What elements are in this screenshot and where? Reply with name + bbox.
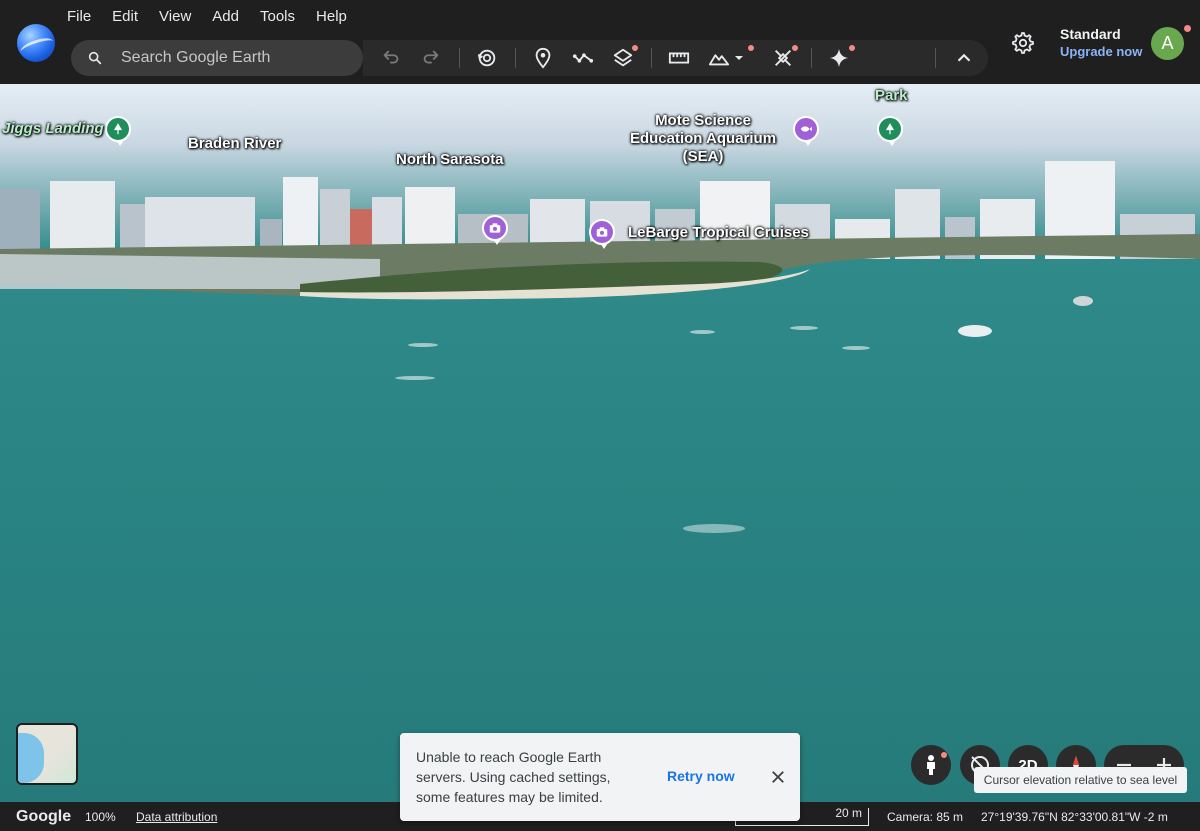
notification-dot [1184,25,1191,32]
offline-notification: Unable to reach Google Earth servers. Us… [400,733,800,821]
measure-button[interactable] [667,46,691,70]
photo-spot-pin[interactable] [482,215,508,245]
toolbar-divider [935,48,936,68]
elevation-tooltip: Cursor elevation relative to sea level [974,767,1187,793]
render-zoom-level: 100% [85,810,116,824]
toolbar-divider [459,48,460,68]
menu-edit[interactable]: Edit [112,8,149,25]
wave [790,326,818,330]
ruler-icon [668,52,690,64]
pegman-icon [927,755,935,775]
menu-tools[interactable]: Tools [260,8,306,25]
park-pin[interactable] [877,116,903,146]
history-icon [477,49,496,67]
history-button[interactable] [475,46,499,70]
settings-gear-icon[interactable] [1011,31,1035,55]
overview-minimap[interactable] [16,723,78,785]
elevation-profile-button[interactable] [707,46,731,70]
gemini-button[interactable] [827,46,851,70]
tree-icon [113,123,123,135]
avatar[interactable]: A [1151,27,1184,60]
search-icon [88,51,102,65]
fish-icon [800,126,812,132]
menu-file[interactable]: File [67,8,102,25]
path-icon [572,53,594,63]
toolbar [363,40,988,76]
redo-button[interactable] [419,46,443,70]
account-plan: Standard Upgrade now [1060,26,1142,59]
search-box [71,40,363,76]
search-input[interactable] [121,40,351,76]
place-label[interactable]: Park [875,87,908,105]
google-earth-app: File Edit View Add Tools Help Search Goo… [0,0,1200,831]
add-placemark-button[interactable] [531,46,555,70]
camera-altitude: Camera: 85 m [887,810,964,824]
toolbar-divider [811,48,812,68]
street-view-button[interactable] [911,745,951,785]
place-label[interactable]: North Sarasota [396,151,504,169]
place-label[interactable]: Mote Science Education Aquarium (SEA) [619,112,787,166]
notification-dot [792,45,798,51]
google-logo: Google [16,808,72,825]
placemark-icon [535,47,551,69]
notification-dot [941,752,947,758]
wave [683,524,745,533]
top-bar: File Edit View Add Tools Help Search Goo… [0,0,1200,84]
wave [690,330,715,334]
place-label[interactable]: LeBarge Tropical Cruises [628,224,809,242]
wave [842,346,870,350]
retry-now-button[interactable]: Retry now [667,768,735,784]
plan-name: Standard [1060,26,1121,42]
notification-dot [849,45,855,51]
menu-add[interactable]: Add [212,8,250,25]
place-label[interactable]: Braden River [188,135,281,153]
data-tools-button[interactable] [771,46,795,70]
camera-icon [596,227,608,237]
park-pin[interactable] [105,116,131,146]
elevation-dropdown-button[interactable] [731,46,747,70]
layers-button[interactable] [611,46,635,70]
menu-view[interactable]: View [159,8,202,25]
terrain-icon [708,54,730,66]
undo-icon [383,50,399,64]
minimap-water [18,733,44,783]
close-icon[interactable] [769,768,787,786]
shoreline [0,234,1200,337]
toolbar-divider [651,48,652,68]
earth-3d-view[interactable]: Jiggs Landing Braden River North Sarasot… [0,84,1200,802]
sparkle-icon [829,48,849,68]
cursor-coordinates: 27°19'39.76"N 82°33'00.81"W -2 m [981,810,1168,824]
camera-icon [489,223,501,233]
data-attribution-link[interactable]: Data attribution [136,810,217,824]
notification-message: Unable to reach Google Earth servers. Us… [416,749,611,805]
toolbar-divider [515,48,516,68]
menu-bar: File Edit View Add Tools Help [67,8,368,25]
google-earth-logo-icon[interactable] [17,24,55,62]
attraction-pin[interactable] [793,116,819,146]
tree-icon [885,123,895,135]
redo-icon [423,50,439,64]
collapse-toolbar-button[interactable] [952,46,976,70]
layers-icon [613,48,633,67]
chevron-up-icon [957,53,971,62]
chevron-down-icon [735,56,743,60]
upgrade-link[interactable]: Upgrade now [1060,44,1142,59]
notification-dot [748,45,754,51]
undo-button[interactable] [379,46,403,70]
place-label[interactable]: Jiggs Landing [2,120,104,138]
notification-dot [632,45,638,51]
wave [395,376,435,380]
photo-spot-pin[interactable] [589,219,615,249]
menu-help[interactable]: Help [316,8,358,25]
add-path-button[interactable] [571,46,595,70]
wave [408,343,438,347]
satellite-icon [775,50,791,66]
scale-label: 20 m [835,806,862,820]
